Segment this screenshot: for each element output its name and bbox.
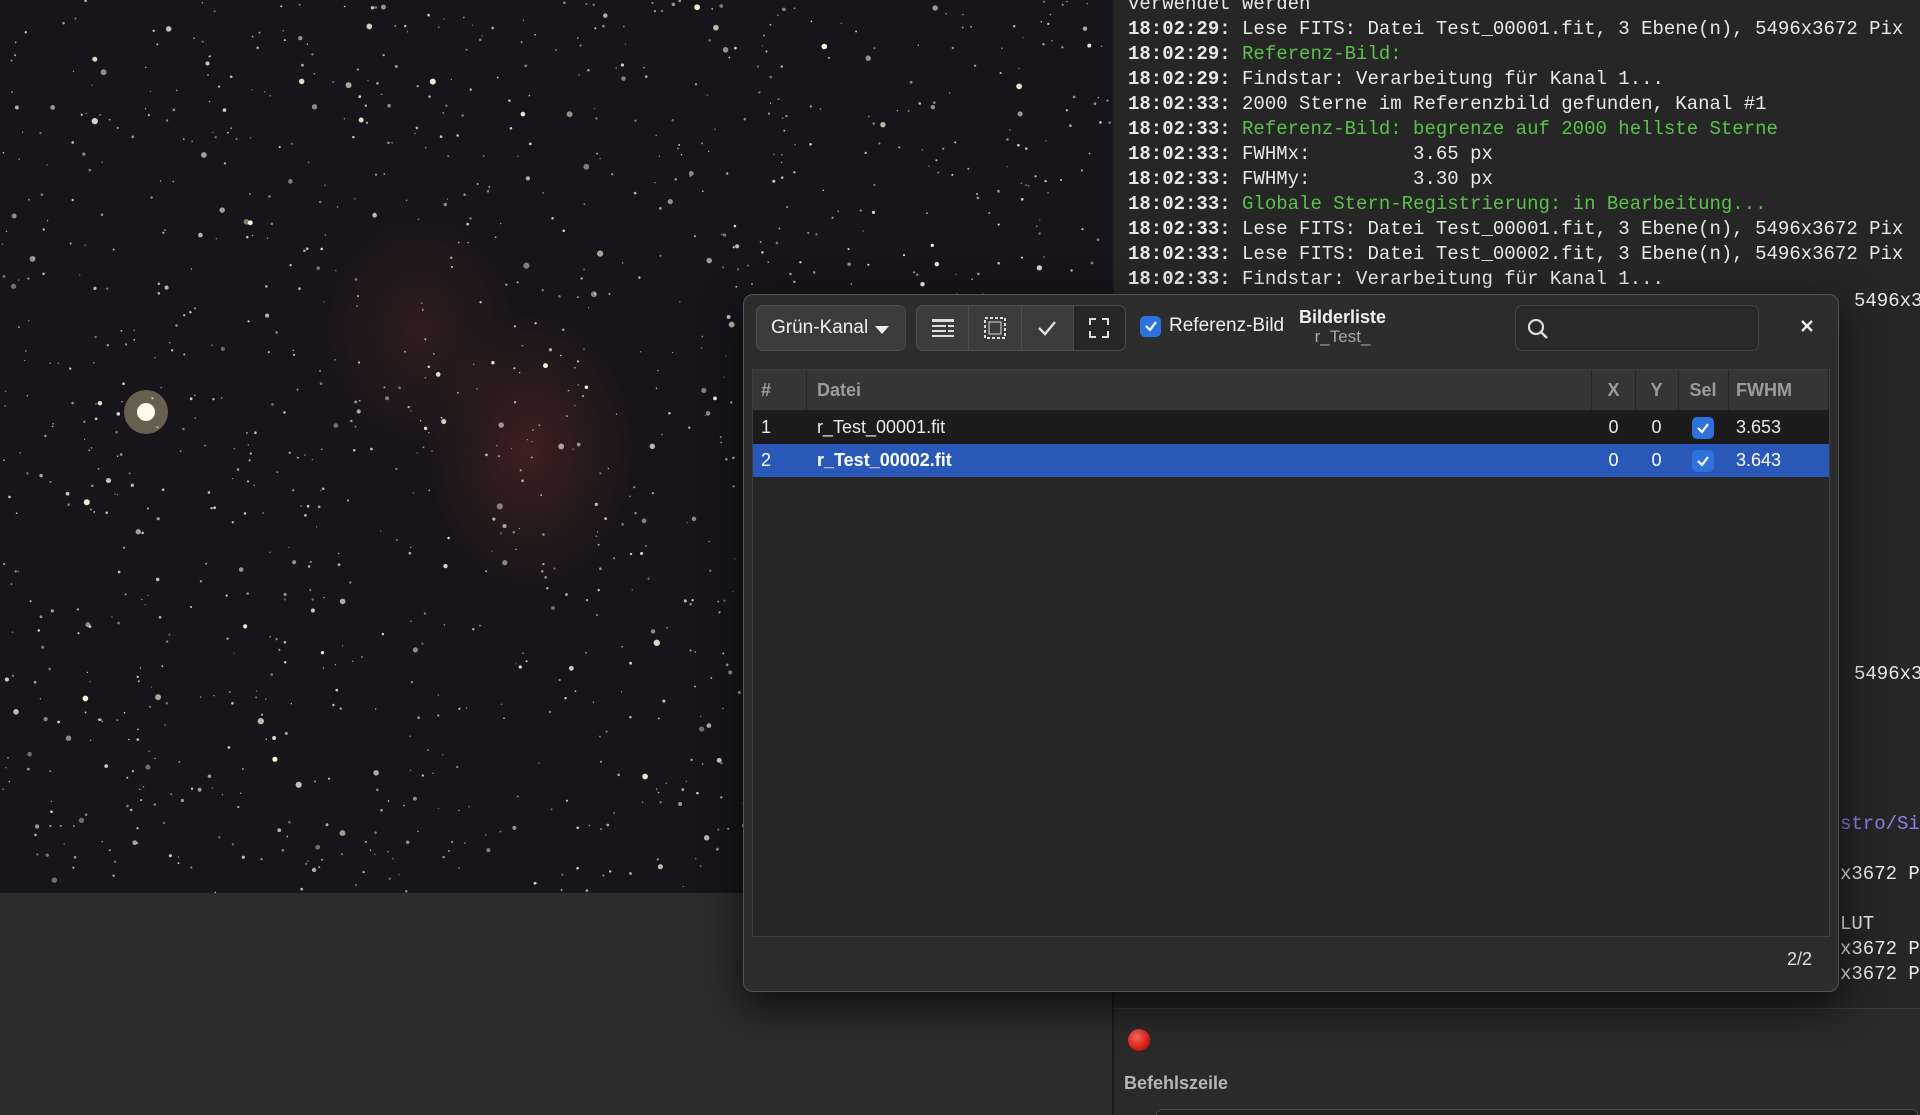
cell-fwhm: 3.643 bbox=[1736, 450, 1782, 470]
log-line: 18:02:33: Lese FITS: Datei Test_00002.fi… bbox=[1128, 243, 1904, 265]
reference-image-label: Referenz-Bild bbox=[1169, 315, 1285, 336]
columns-button[interactable] bbox=[917, 306, 970, 350]
cell-sel bbox=[1678, 444, 1728, 477]
checkbox-checked-icon bbox=[1697, 456, 1709, 467]
cell-file: r_Test_00002.fit bbox=[817, 450, 952, 470]
log-line: 18:02:33: Referenz-Bild: begrenze auf 20… bbox=[1128, 118, 1778, 140]
row-select-checkbox[interactable] bbox=[1692, 417, 1714, 440]
log-fragment: x3672 P bbox=[1840, 863, 1920, 885]
row-select-checkbox[interactable] bbox=[1692, 450, 1714, 473]
dialog-title: Bilderliste bbox=[1299, 307, 1387, 327]
column-header-file[interactable]: Datei bbox=[807, 370, 1592, 410]
check-button[interactable] bbox=[1022, 306, 1074, 350]
cell-y: 0 bbox=[1651, 450, 1662, 470]
log-line: 18:02:33: FWHMy: 3.30 px bbox=[1128, 168, 1493, 190]
log-line: 18:02:33: 2000 Sterne im Referenzbild ge… bbox=[1128, 93, 1767, 115]
table-row-selected[interactable]: 2 r_Test_00002.fit 0 0 3.643 bbox=[753, 444, 1829, 477]
log-link[interactable]: stro/Si bbox=[1840, 813, 1920, 835]
command-line-input[interactable] bbox=[1156, 1109, 1918, 1115]
column-header-y[interactable]: Y bbox=[1635, 370, 1679, 410]
column-header-x[interactable]: X bbox=[1592, 370, 1636, 410]
select-all-button[interactable] bbox=[969, 306, 1022, 350]
cell-x: 0 bbox=[1608, 417, 1619, 437]
log-fragment: 5496x3 bbox=[1854, 290, 1920, 312]
log-line: 18:02:29: Lese FITS: Datei Test_00001.fi… bbox=[1128, 18, 1904, 40]
dialog-title-block: Bilderliste r_Test_ bbox=[1299, 307, 1386, 347]
cell-x: 0 bbox=[1608, 450, 1619, 470]
log-line: 18:02:33: Globale Stern-Registrierung: i… bbox=[1128, 193, 1767, 215]
log-fragment: 5496x3 bbox=[1854, 663, 1920, 685]
command-line-label: Befehlszeile bbox=[1124, 1073, 1229, 1093]
log-line: verwendet werden bbox=[1128, 0, 1311, 15]
search-input[interactable] bbox=[1558, 314, 1752, 344]
close-icon bbox=[1801, 320, 1813, 332]
image-count: 2/2 bbox=[1786, 949, 1812, 969]
log-line: 18:02:33: Lese FITS: Datei Test_00001.fi… bbox=[1128, 218, 1904, 240]
column-header-fwhm[interactable]: FWHM bbox=[1728, 370, 1829, 410]
log-fragment: x3672 P bbox=[1840, 938, 1920, 960]
reference-image-checkbox[interactable]: Referenz-Bild bbox=[1140, 315, 1284, 337]
cell-number: 1 bbox=[761, 417, 772, 437]
fullscreen-button[interactable] bbox=[1073, 306, 1125, 350]
cell-sel bbox=[1678, 411, 1728, 444]
sequence-name: r_Test_ bbox=[1314, 327, 1371, 346]
image-list-dialog: Grün-Kanal Referenz-Bild Bilderliste r_T… bbox=[743, 294, 1839, 992]
column-header-number[interactable]: # bbox=[753, 370, 807, 410]
log-line: 18:02:29: Findstar: Verarbeitung für Kan… bbox=[1128, 68, 1664, 90]
checkbox-checked-icon bbox=[1697, 423, 1709, 434]
log-fragment: LUT bbox=[1840, 913, 1875, 935]
log-line: 18:02:33: FWHMx: 3.65 px bbox=[1128, 143, 1493, 165]
column-header-sel[interactable]: Sel bbox=[1678, 370, 1729, 410]
image-list-table: # Datei X Y Sel FWHM 1 r_Test_00001.fit … bbox=[752, 369, 1830, 937]
columns-icon bbox=[931, 319, 954, 337]
log-line: 18:02:29: Referenz-Bild: bbox=[1128, 43, 1402, 65]
cell-file: r_Test_00001.fit bbox=[817, 417, 946, 437]
log-line: 18:02:33: Findstar: Verarbeitung für Kan… bbox=[1128, 268, 1664, 290]
close-button[interactable] bbox=[1794, 313, 1820, 339]
fullscreen-icon bbox=[1089, 318, 1110, 338]
toolbar-group bbox=[916, 305, 1126, 351]
cell-y: 0 bbox=[1651, 417, 1662, 437]
selection-icon bbox=[983, 317, 1006, 339]
record-indicator-icon[interactable] bbox=[1128, 1029, 1150, 1051]
channel-dropdown-value: Grün-Kanal bbox=[771, 317, 869, 338]
chevron-down-icon bbox=[875, 326, 889, 334]
table-row[interactable]: 1 r_Test_00001.fit 0 0 3.653 bbox=[753, 411, 1829, 444]
log-fragment: x3672 P bbox=[1840, 963, 1920, 985]
channel-dropdown[interactable]: Grün-Kanal bbox=[756, 305, 906, 351]
console-log: verwendet werden 18:02:29: Lese FITS: Da… bbox=[1128, 0, 1920, 292]
checkmark-icon bbox=[1038, 321, 1057, 336]
search-icon bbox=[1527, 318, 1548, 339]
cell-number: 2 bbox=[761, 450, 772, 470]
console-footer: Befehlszeile bbox=[1114, 1008, 1920, 1115]
checkbox-checked-icon bbox=[1140, 315, 1161, 337]
search-field[interactable] bbox=[1515, 305, 1759, 351]
cell-fwhm: 3.653 bbox=[1736, 417, 1782, 437]
table-header: # Datei X Y Sel FWHM bbox=[753, 370, 1829, 412]
